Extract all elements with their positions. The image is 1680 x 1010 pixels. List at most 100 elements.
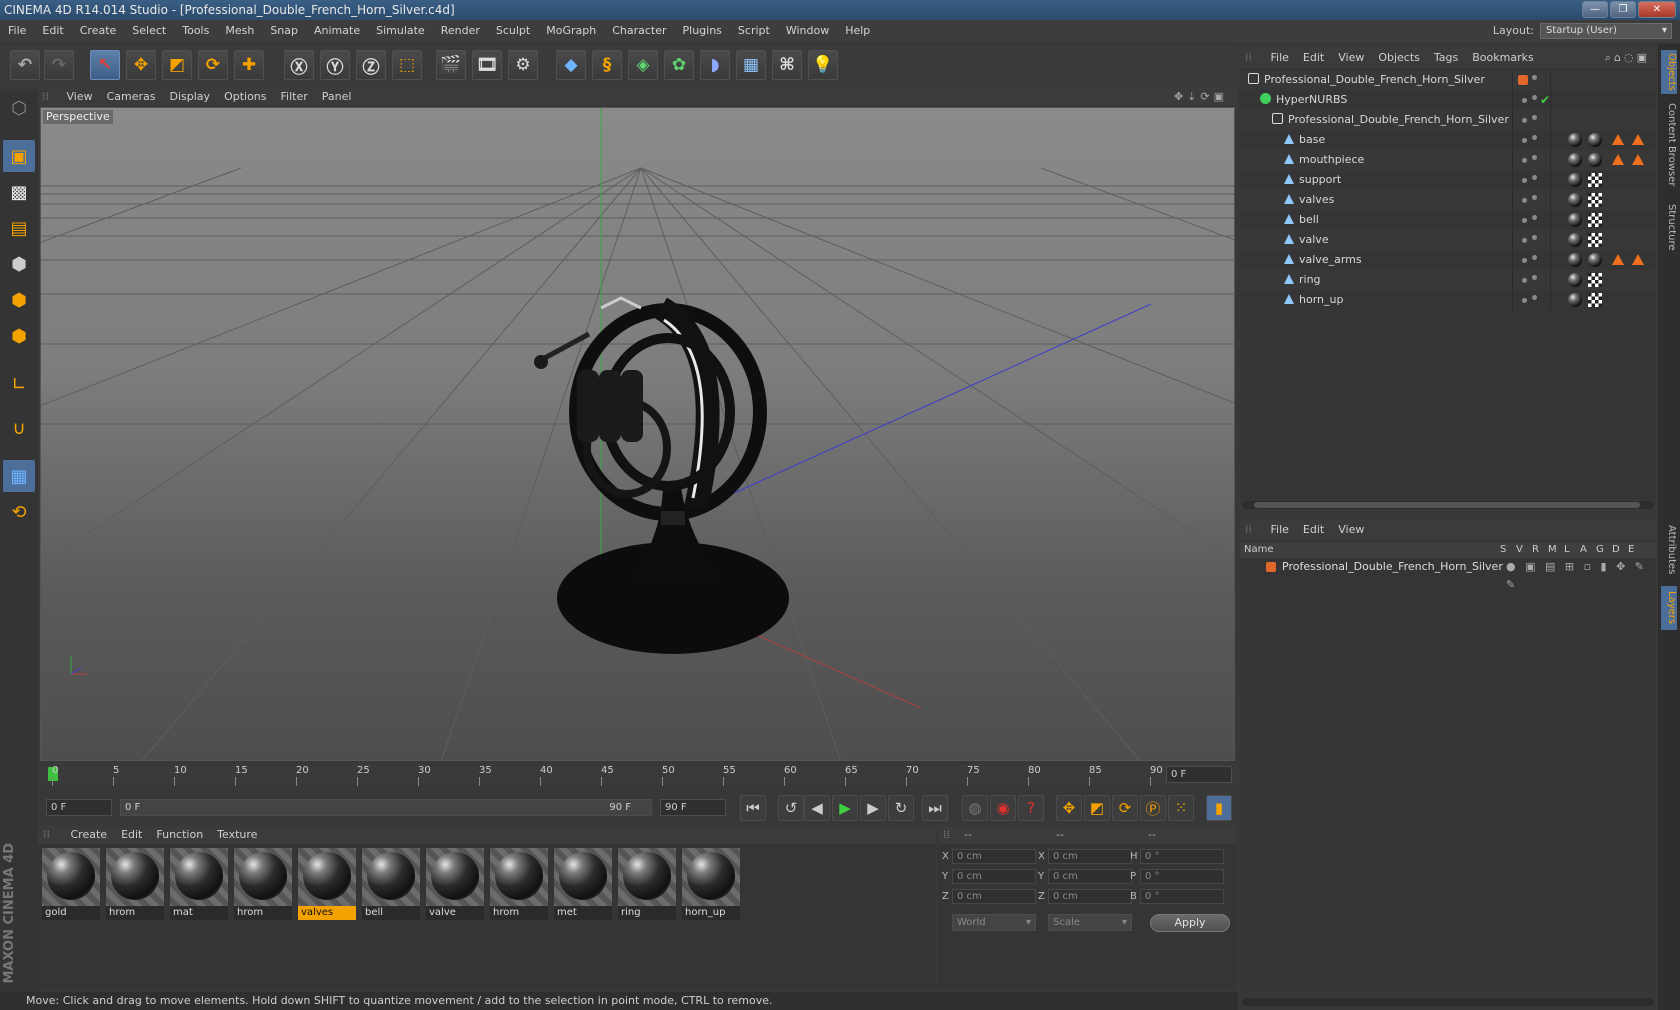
material-swatch[interactable]: gold	[42, 848, 100, 920]
visibility-dot-icon[interactable]	[1522, 218, 1527, 223]
layer-col-flag[interactable]: M	[1548, 542, 1557, 558]
render-settings-button[interactable]: ⚙	[508, 50, 538, 80]
layer-scrollbar[interactable]	[1242, 998, 1654, 1006]
phong-tag-icon[interactable]	[1612, 254, 1624, 265]
key-position-icon[interactable]: ✥	[1056, 795, 1082, 821]
cube-object-button[interactable]: ◆	[556, 50, 586, 80]
workplane-lock-button[interactable]: ▦	[3, 460, 35, 492]
menu-snap[interactable]: Snap	[262, 20, 306, 42]
key-parameter-icon[interactable]: Ⓟ	[1140, 795, 1166, 821]
edges-mode-button[interactable]: ⬢	[3, 284, 35, 316]
material-menu-create[interactable]: Create	[64, 826, 115, 844]
object-row[interactable]: Professional_Double_French_Horn_Silver	[1240, 110, 1656, 130]
material-tag-icon[interactable]	[1568, 173, 1582, 187]
material-menu-texture[interactable]: Texture	[210, 826, 264, 844]
material-tag-icon[interactable]	[1568, 253, 1582, 267]
menu-edit[interactable]: Edit	[34, 20, 71, 42]
move-tool-button[interactable]: ✥	[126, 50, 156, 80]
array-button[interactable]: ✿	[664, 50, 694, 80]
object-row[interactable]: bell	[1240, 210, 1656, 230]
layout-dropdown[interactable]: Startup (User) ▾	[1540, 23, 1672, 39]
material-tag-icon[interactable]	[1568, 273, 1582, 287]
material-swatch[interactable]: horn_up	[682, 848, 740, 920]
layer-menu-file[interactable]: File	[1264, 520, 1296, 540]
make-editable-button[interactable]: ⬡	[3, 92, 35, 124]
object-menu-tags[interactable]: Tags	[1427, 48, 1465, 68]
uvw-tag-icon[interactable]	[1588, 193, 1602, 207]
render-picture-viewer-button[interactable]: 🎞	[472, 50, 502, 80]
layer-col-flag[interactable]: D	[1612, 542, 1620, 558]
material-swatch[interactable]: ring	[618, 848, 676, 920]
material-swatch[interactable]: valve	[426, 848, 484, 920]
timeline-ruler[interactable]: 0 5 10 15 20 25 30 35 40 45 50 55 60 65 70 75 80 85 90 0 F	[38, 764, 1238, 786]
layer-color-icon[interactable]	[1518, 75, 1528, 85]
coord-value-field[interactable]: 0 °	[1140, 869, 1224, 884]
coord-value-field[interactable]: 0 cm	[1048, 889, 1132, 904]
uvw-tag-icon[interactable]	[1588, 233, 1602, 247]
z-axis-lock-button[interactable]: Ⓩ	[356, 50, 386, 80]
object-row[interactable]: support	[1240, 170, 1656, 190]
menu-animate[interactable]: Animate	[306, 20, 368, 42]
uvw-tag-icon[interactable]	[1588, 293, 1602, 307]
visibility-dot-icon[interactable]	[1522, 258, 1527, 263]
size-mode-dropdown[interactable]: Scale ▾	[1048, 914, 1132, 931]
viewport-nav-icons[interactable]: ✥⇣⟳▣	[1174, 88, 1228, 106]
floor-button[interactable]: ▦	[736, 50, 766, 80]
material-tag-icon[interactable]	[1568, 293, 1582, 307]
visibility-dot-icon[interactable]	[1532, 195, 1537, 200]
material-tag-icon[interactable]	[1588, 153, 1602, 167]
coord-value-field[interactable]: 0 cm	[952, 869, 1036, 884]
visibility-dot-icon[interactable]	[1522, 138, 1527, 143]
phong-tag-icon[interactable]	[1632, 154, 1644, 165]
record-keys-icon[interactable]: ◍	[962, 795, 988, 821]
visibility-dot-icon[interactable]	[1522, 98, 1527, 103]
light-button[interactable]: 💡	[808, 50, 838, 80]
step-forward-icon[interactable]: ▶	[860, 795, 886, 821]
key-pla-icon[interactable]: ⁙	[1168, 795, 1194, 821]
visibility-dot-icon[interactable]	[1532, 255, 1537, 260]
viewport-menu-panel[interactable]: Panel	[315, 88, 359, 106]
points-mode-button[interactable]: ⬢	[3, 248, 35, 280]
camera-button[interactable]: ⌘	[772, 50, 802, 80]
visibility-dot-icon[interactable]	[1522, 178, 1527, 183]
tab-attributes[interactable]: Attributes	[1661, 520, 1677, 580]
object-row[interactable]: valve	[1240, 230, 1656, 250]
menu-file[interactable]: File	[0, 20, 34, 42]
minimize-button[interactable]: —	[1582, 1, 1608, 18]
object-menu-objects[interactable]: Objects	[1371, 48, 1427, 68]
uvw-tag-icon[interactable]	[1588, 273, 1602, 287]
visibility-dot-icon[interactable]	[1522, 298, 1527, 303]
layer-col-flag[interactable]: A	[1580, 542, 1587, 558]
visibility-dot-icon[interactable]	[1532, 295, 1537, 300]
viewport-menu-display[interactable]: Display	[163, 88, 218, 106]
object-row[interactable]: valve_arms	[1240, 250, 1656, 270]
recent-tool-button[interactable]: ✚	[234, 50, 264, 80]
layer-col-flag[interactable]: V	[1516, 542, 1523, 558]
object-menu-view[interactable]: View	[1331, 48, 1371, 68]
material-swatch[interactable]: valves	[298, 848, 356, 920]
object-row[interactable]: base	[1240, 130, 1656, 150]
object-menu-edit[interactable]: Edit	[1296, 48, 1331, 68]
tab-objects[interactable]: Objects	[1661, 50, 1677, 94]
visibility-dot-icon[interactable]	[1532, 75, 1537, 80]
tab-layers[interactable]: Layers	[1661, 586, 1677, 630]
phong-tag-icon[interactable]	[1632, 254, 1644, 265]
tab-content-browser[interactable]: Content Browser	[1661, 100, 1677, 190]
menu-script[interactable]: Script	[730, 20, 778, 42]
visibility-dot-icon[interactable]	[1532, 175, 1537, 180]
polygons-mode-button[interactable]: ⬢	[3, 320, 35, 352]
start-frame-field[interactable]: 0 F	[46, 799, 112, 816]
model-mode-button[interactable]: ▣	[3, 140, 35, 172]
autokey-icon[interactable]: ◉	[990, 795, 1016, 821]
render-view-button[interactable]: 🎬	[436, 50, 466, 80]
object-menu-file[interactable]: File	[1264, 48, 1296, 68]
material-swatch[interactable]: hrom	[106, 848, 164, 920]
phong-tag-icon[interactable]	[1632, 134, 1644, 145]
end-frame-field[interactable]: 90 F	[660, 799, 726, 816]
key-rotation-icon[interactable]: ⟳	[1112, 795, 1138, 821]
layer-menu-edit[interactable]: Edit	[1296, 520, 1331, 540]
phong-tag-icon[interactable]	[1612, 134, 1624, 145]
perspective-viewport[interactable]: Perspective	[40, 107, 1235, 761]
material-menu-function[interactable]: Function	[149, 826, 210, 844]
material-swatch[interactable]: bell	[362, 848, 420, 920]
